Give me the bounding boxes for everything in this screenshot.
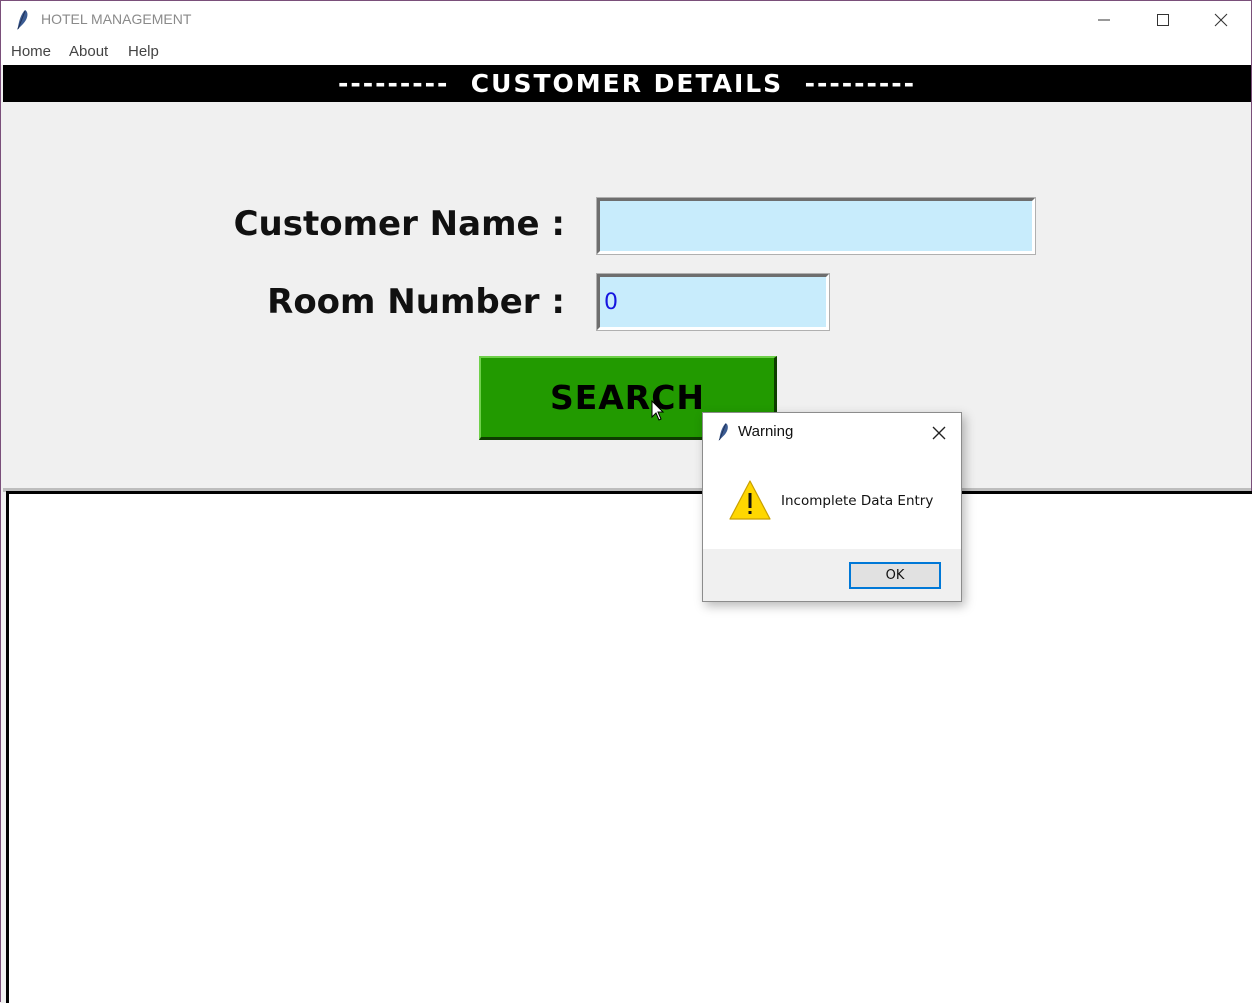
dialog-close-icon[interactable]	[931, 425, 947, 441]
customer-name-label: Customer Name :	[233, 204, 565, 244]
maximize-icon	[1157, 14, 1169, 26]
menu-home[interactable]: Home	[11, 43, 51, 60]
window-title: HOTEL MANAGEMENT	[41, 11, 192, 27]
page-header: --------- CUSTOMER DETAILS ---------	[3, 65, 1251, 102]
results-pane[interactable]	[6, 491, 1252, 1003]
close-window-button[interactable]	[1192, 1, 1250, 39]
warning-icon	[729, 480, 771, 520]
menu-about[interactable]: About	[69, 43, 108, 60]
minimize-icon	[1098, 19, 1110, 21]
main-window: HOTEL MANAGEMENT Home About Help -------…	[0, 0, 1252, 1003]
customer-name-input[interactable]	[596, 197, 1036, 255]
dialog-footer: OK	[703, 549, 961, 601]
ok-button[interactable]: OK	[849, 562, 941, 589]
feather-icon	[718, 423, 728, 441]
feather-icon	[17, 10, 28, 30]
customer-form: Customer Name : Room Number : SEARCH	[3, 102, 1251, 488]
dialog-title: Warning	[738, 423, 794, 440]
maximize-button[interactable]	[1134, 1, 1192, 39]
mouse-cursor-icon	[651, 400, 665, 421]
room-number-input[interactable]	[596, 273, 830, 331]
warning-dialog: Warning Incomplete Data Entry OK	[702, 412, 962, 602]
room-number-label: Room Number :	[267, 282, 565, 322]
menu-bar: Home About Help	[1, 39, 1251, 65]
close-icon	[1214, 13, 1228, 27]
menu-help[interactable]: Help	[128, 43, 159, 60]
title-bar[interactable]: HOTEL MANAGEMENT	[1, 1, 1251, 39]
dialog-message: Incomplete Data Entry	[781, 493, 934, 509]
minimize-button[interactable]	[1075, 1, 1133, 39]
